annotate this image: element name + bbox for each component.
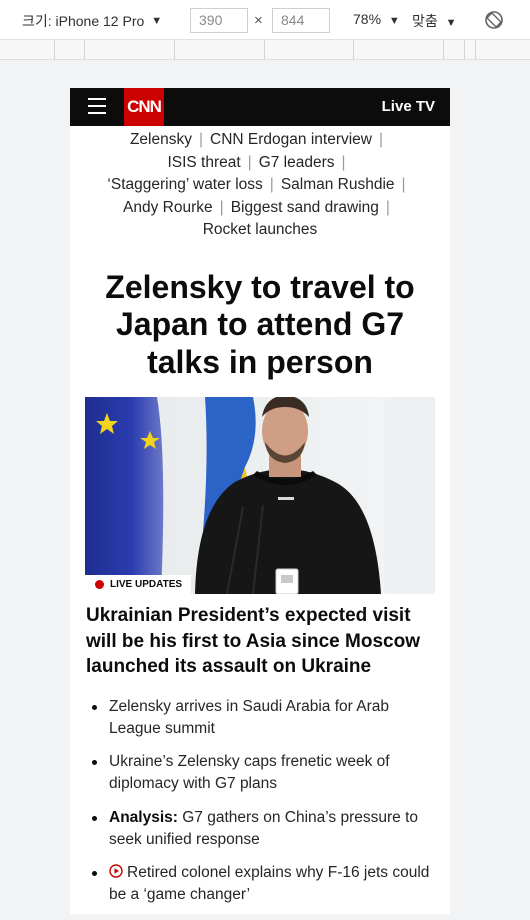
live-dot-icon [95, 580, 104, 589]
separator: | [219, 198, 224, 216]
fit-selector[interactable]: 맞춤 ▼ [412, 11, 457, 31]
separator: | [341, 153, 346, 171]
live-tv-link[interactable]: Live TV [382, 98, 435, 115]
width-input[interactable]: 390 [190, 8, 248, 33]
trending-link[interactable]: Salman Rushdie [281, 176, 395, 193]
separator: | [379, 131, 384, 148]
trending-link[interactable]: ‘Staggering’ water loss [107, 176, 262, 193]
separator: | [401, 176, 406, 193]
device-selector[interactable]: 크기: iPhone 12 Pro ▼ [22, 11, 162, 31]
rotate-icon[interactable] [484, 10, 504, 30]
times-icon: × [254, 12, 263, 29]
story-link-text[interactable]: Zelensky arrives in Saudi Arabia for Ara… [109, 698, 389, 737]
fit-label: 맞춤 [412, 13, 438, 29]
trending-link[interactable]: Zelensky [130, 131, 192, 148]
zoom-selector[interactable]: 78% ▼ [353, 11, 400, 27]
main-headline[interactable]: Zelensky to travel to Japan to attend G7… [70, 242, 450, 382]
height-input[interactable]: 844 [272, 8, 330, 33]
caret-down-icon: ▼ [151, 15, 163, 27]
story-prefix: Analysis: [109, 808, 178, 826]
trending-link[interactable]: G7 leaders [259, 154, 335, 171]
story-subhead[interactable]: Ukrainian President’s expected visit wil… [70, 594, 450, 680]
related-story-item[interactable]: Retired colonel explains why F-16 jets c… [86, 862, 436, 906]
story-link-text[interactable]: Retired colonel explains why F-16 jets c… [109, 864, 429, 903]
mobile-viewport: CNN Live TV Zelensky | CNN Erdogan intervi… [70, 88, 450, 914]
caret-down-icon: ▼ [445, 17, 457, 29]
related-story-item[interactable]: Zelensky arrives in Saudi Arabia for Ara… [86, 696, 436, 740]
live-updates-badge: LIVE UPDATES [85, 575, 192, 594]
related-story-item[interactable]: Analysis: G7 gathers on China’s pressure… [86, 807, 436, 851]
trending-link[interactable]: Andy Rourke [123, 199, 213, 216]
separator: | [199, 131, 204, 148]
device-label: 크기: iPhone 12 Pro [22, 13, 145, 29]
separator: | [247, 153, 252, 171]
separator: | [385, 198, 390, 216]
zelensky-photo [85, 397, 435, 594]
trending-link[interactable]: Rocket launches [203, 221, 318, 238]
separator: | [269, 176, 274, 193]
trending-topics: Zelensky | CNN Erdogan interview | ISIS thr… [70, 126, 450, 242]
devtools-device-toolbar: 크기: iPhone 12 Pro ▼ 390 × 844 78% ▼ 맞춤 ▼ [0, 0, 530, 40]
trending-link[interactable]: Biggest sand drawing [231, 199, 379, 216]
cnn-logo[interactable]: CNN [124, 88, 164, 126]
media-query-ruler [0, 40, 530, 60]
play-video-icon [109, 864, 123, 878]
caret-down-icon: ▼ [388, 15, 400, 27]
related-stories-list: Zelensky arrives in Saudi Arabia for Ara… [70, 680, 450, 907]
hero-image[interactable]: LIVE UPDATES [85, 397, 435, 594]
site-header: CNN Live TV [70, 88, 450, 126]
trending-link[interactable]: ISIS threat [167, 154, 240, 171]
zoom-label: 78% [353, 11, 382, 27]
story-link-text[interactable]: Ukraine’s Zelensky caps frenetic week of… [109, 753, 390, 792]
trending-link[interactable]: CNN Erdogan interview [210, 131, 372, 148]
menu-icon[interactable] [88, 98, 106, 114]
related-story-item[interactable]: Ukraine’s Zelensky caps frenetic week of… [86, 751, 436, 795]
live-badge-label: LIVE UPDATES [110, 579, 183, 590]
